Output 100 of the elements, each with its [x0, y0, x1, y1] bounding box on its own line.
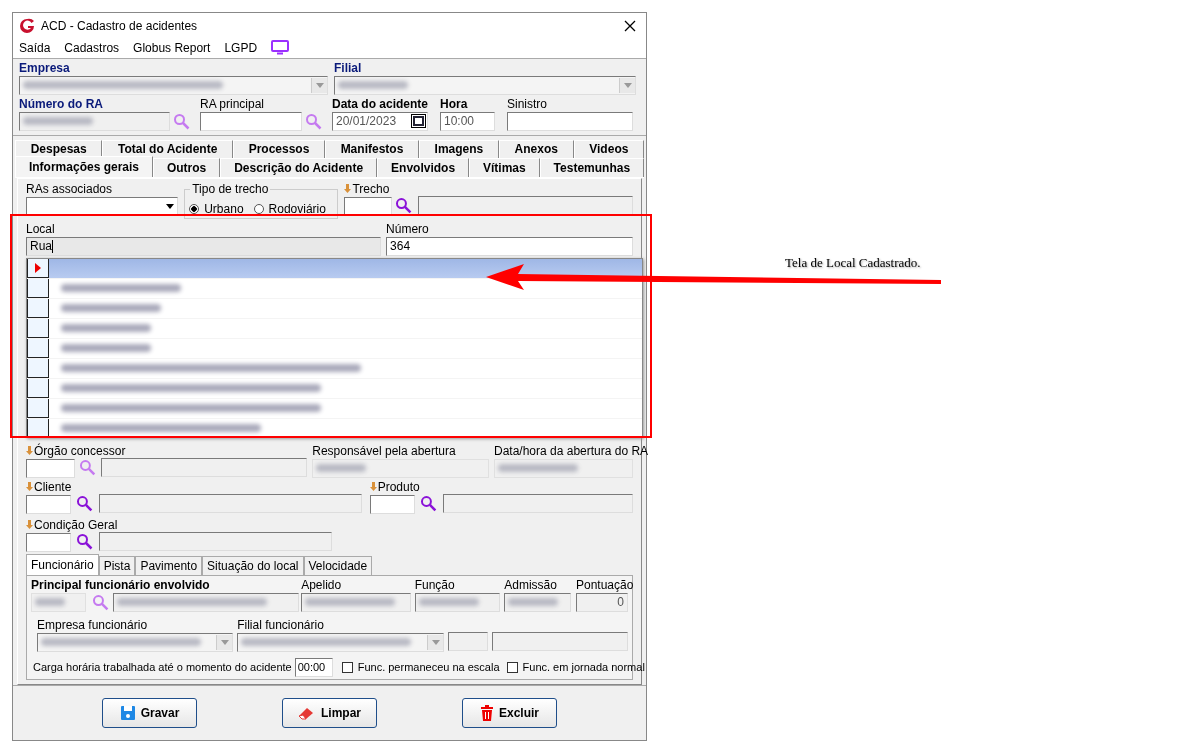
field-label: Data do acidente: [332, 96, 429, 111]
field-label: Função: [414, 577, 455, 592]
input-field[interactable]: [418, 195, 633, 215]
field-label: Local: [26, 221, 55, 236]
delete-button[interactable]: Excluir: [462, 697, 557, 728]
tab[interactable]: Processos: [233, 139, 325, 158]
menu-item[interactable]: Saída: [19, 40, 51, 55]
input-field[interactable]: [491, 631, 628, 651]
list-row[interactable]: [27, 378, 642, 399]
search-icon[interactable]: [76, 532, 93, 550]
checkbox[interactable]: [341, 661, 353, 673]
input-field[interactable]: 364: [386, 236, 633, 256]
input-field[interactable]: [26, 458, 75, 478]
tab[interactable]: Velocidade: [303, 555, 373, 575]
redacted-text: [338, 81, 408, 90]
tab[interactable]: Pista: [98, 555, 136, 575]
menu-item[interactable]: Globus Report: [133, 40, 211, 55]
arrow-icon: [369, 482, 377, 492]
tab[interactable]: Pavimento: [135, 555, 203, 575]
tab[interactable]: Manifestos: [325, 139, 419, 158]
list-row[interactable]: [27, 318, 642, 339]
field-label: Produto: [377, 479, 420, 494]
tab[interactable]: Videos: [573, 139, 645, 158]
input-field[interactable]: [442, 493, 633, 513]
dropdown-arrow-icon[interactable]: [165, 203, 174, 209]
close-icon[interactable]: [624, 19, 636, 32]
search-icon[interactable]: [173, 112, 190, 130]
input-field[interactable]: [99, 531, 332, 551]
input-field[interactable]: [414, 592, 501, 612]
input-field[interactable]: [504, 592, 571, 612]
field-label: Carga horária trabalhada até o momento do acidente: [33, 661, 292, 674]
list-row[interactable]: [27, 338, 642, 359]
redacted-text: [508, 598, 559, 607]
menu-item[interactable]: LGPD: [224, 40, 258, 55]
save-button[interactable]: Gravar: [102, 697, 197, 728]
search-icon[interactable]: [92, 593, 109, 611]
tab[interactable]: Vítimas: [469, 157, 540, 177]
search-icon[interactable]: [419, 494, 437, 512]
field-label: Cliente: [34, 479, 72, 494]
list-row[interactable]: [27, 398, 642, 419]
field-label: Filial: [334, 60, 362, 75]
tab[interactable]: Total do Acidente: [102, 139, 233, 158]
input-field[interactable]: [112, 592, 300, 612]
menu-item[interactable]: Cadastros: [64, 40, 120, 55]
field-label: RA principal: [200, 96, 265, 111]
input-field[interactable]: [19, 111, 170, 131]
tab[interactable]: Informações gerais: [15, 155, 153, 177]
input-field[interactable]: [507, 111, 633, 131]
dropdown[interactable]: [19, 75, 328, 95]
dropdown[interactable]: [237, 632, 445, 652]
input-field[interactable]: 0: [576, 592, 628, 612]
tab[interactable]: Imagens: [418, 139, 499, 158]
redacted-text: [418, 598, 479, 607]
search-icon[interactable]: [395, 196, 413, 214]
search-icon[interactable]: [76, 494, 93, 512]
radio-label[interactable]: Urbano: [204, 201, 244, 216]
arrow-icon: [26, 446, 33, 456]
trash-icon: [480, 704, 494, 721]
arrow-icon: [26, 482, 33, 492]
redacted-text: [23, 117, 93, 126]
tab[interactable]: Funcionário: [26, 553, 99, 575]
input-field[interactable]: 10:00: [440, 111, 495, 131]
radio-button[interactable]: [253, 203, 264, 214]
field-label: Órgão concessor: [34, 443, 126, 458]
checkbox-label[interactable]: Func. em jornada normal: [522, 661, 645, 674]
dropdown[interactable]: [334, 75, 636, 95]
input-field[interactable]: [369, 494, 415, 514]
monitor-icon[interactable]: [271, 40, 290, 56]
search-icon[interactable]: [79, 458, 96, 476]
input-field[interactable]: [448, 631, 488, 651]
logo-icon: [19, 17, 35, 34]
radio-button[interactable]: [189, 203, 200, 214]
list-row[interactable]: [27, 298, 642, 319]
tab[interactable]: Situação do local: [202, 555, 304, 575]
list-row[interactable]: [27, 258, 642, 279]
time-field[interactable]: 00:00: [294, 657, 333, 677]
group-label: Tipo de trecho: [190, 181, 271, 196]
input-field[interactable]: [98, 493, 362, 513]
input-field[interactable]: [26, 532, 71, 552]
dropdown[interactable]: [37, 632, 234, 652]
input-field[interactable]: [200, 111, 302, 131]
field-label: Condição Geral: [34, 517, 118, 532]
checkbox[interactable]: [506, 661, 518, 673]
field-label: Trecho: [352, 181, 390, 196]
tab[interactable]: Anexos: [498, 139, 574, 158]
radio-label[interactable]: Rodoviário: [268, 201, 326, 216]
tab[interactable]: Despesas: [15, 139, 103, 158]
input-field[interactable]: [100, 457, 308, 477]
list-row[interactable]: [27, 358, 642, 379]
calendar-icon[interactable]: [411, 114, 426, 129]
field-label: Principal funcionário envolvido: [31, 577, 210, 592]
search-icon[interactable]: [305, 112, 322, 130]
clear-button[interactable]: Limpar: [282, 697, 377, 728]
input-field[interactable]: [301, 592, 411, 612]
input-field[interactable]: [26, 494, 71, 514]
checkbox-label[interactable]: Func. permaneceu na escala: [357, 661, 500, 674]
input-field[interactable]: Rua: [26, 236, 382, 256]
annotation-text: Tela de Local Cadastrado.: [785, 255, 921, 271]
date-field[interactable]: 20/01/2023: [332, 111, 428, 131]
field-label: RAs associados: [26, 181, 113, 196]
